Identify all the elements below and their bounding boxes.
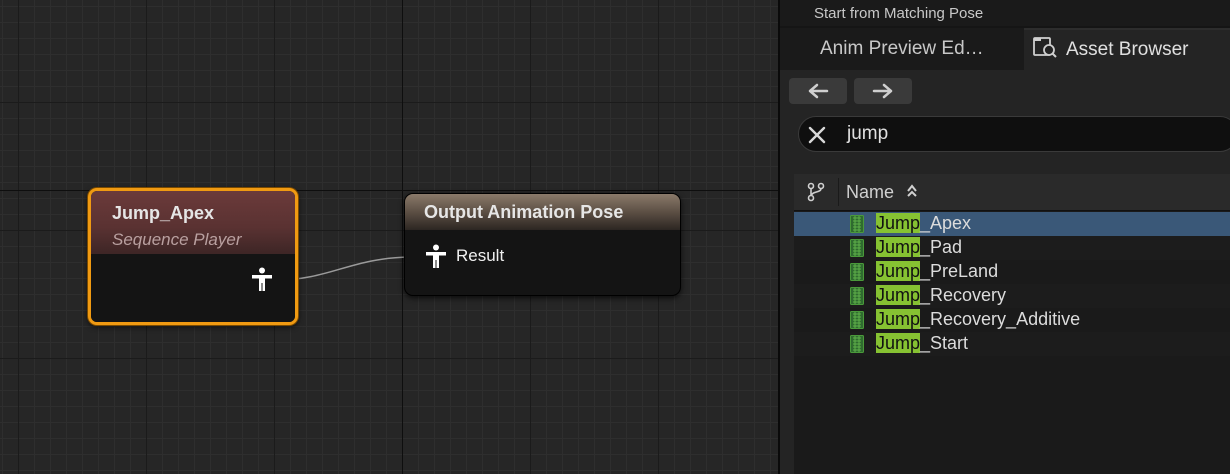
tab-anim-preview-editor[interactable]: Anim Preview Ed…: [780, 28, 1020, 70]
asset-list-item[interactable]: Jump_Apex: [794, 212, 1230, 236]
name-column-header[interactable]: Name: [846, 182, 894, 203]
node-title: Output Animation Pose: [424, 202, 624, 222]
back-button[interactable]: [789, 78, 847, 104]
node-title: Jump_Apex: [112, 203, 215, 223]
asset-list-item[interactable]: Jump_Pad: [794, 236, 1230, 260]
source-control-branch-icon[interactable]: [806, 182, 826, 207]
asset-name: Jump_Pad: [876, 237, 962, 258]
arrow-left-icon: [808, 83, 829, 99]
result-pin-label: Result: [456, 246, 505, 265]
search-match-highlight: Jump: [876, 285, 921, 305]
search-value: jump: [847, 123, 889, 144]
asset-browser-panel: Start from Matching Pose Anim Preview Ed…: [778, 0, 1230, 474]
output-pose-node[interactable]: Output Animation Pose Result: [404, 193, 681, 296]
column-separator: [838, 178, 839, 206]
forward-button[interactable]: [854, 78, 912, 104]
asset-list-item[interactable]: Jump_Recovery: [794, 284, 1230, 308]
search-input[interactable]: jump: [798, 116, 1230, 152]
asset-list: Name Jump_Apex Jump_Pad Jump_PreLand Jump_R…: [794, 174, 1230, 474]
details-strip: Start from Matching Pose: [780, 0, 1230, 26]
animation-sequence-icon: [850, 263, 864, 286]
asset-name: Jump_Apex: [876, 213, 971, 234]
asset-browser-content: jump Name Jump_Apex Jump_Pad Jump_PreLan…: [780, 70, 1230, 474]
animation-sequence-icon: [850, 287, 864, 310]
pose-input-pin-icon[interactable]: [425, 244, 447, 268]
matching-pose-option[interactable]: Start from Matching Pose: [814, 5, 983, 22]
asset-name-rest: _Pad: [920, 237, 963, 257]
asset-name: Jump_Start: [876, 333, 968, 354]
asset-name-rest: _Apex: [920, 213, 972, 233]
sequence-player-node[interactable]: Jump_Apex Sequence Player: [88, 188, 298, 325]
clear-search-icon[interactable]: [807, 125, 827, 150]
asset-name: Jump_PreLand: [876, 261, 998, 282]
asset-browser-icon: [1032, 35, 1058, 65]
tab-label: Anim Preview Ed…: [820, 38, 984, 59]
tab-asset-browser[interactable]: Asset Browser: [1024, 28, 1230, 70]
asset-name: Jump_Recovery_Additive: [876, 309, 1080, 330]
animation-sequence-icon: [850, 215, 864, 238]
animation-sequence-icon: [850, 239, 864, 262]
node-header: Jump_Apex Sequence Player: [91, 191, 295, 257]
animation-sequence-icon: [850, 335, 864, 358]
animation-sequence-icon: [850, 311, 864, 334]
node-subtitle: Sequence Player: [112, 230, 242, 249]
node-header: Output Animation Pose: [405, 194, 680, 230]
panel-tab-bar: Anim Preview Ed… Asset Browser: [780, 28, 1230, 70]
asset-name-rest: _Recovery: [920, 285, 1007, 305]
pose-output-pin-icon[interactable]: [251, 267, 273, 291]
asset-name-rest: _Start: [920, 333, 969, 353]
anim-graph-canvas[interactable]: Jump_Apex Sequence Player Output Animati…: [0, 0, 778, 474]
asset-list-item[interactable]: Jump_PreLand: [794, 260, 1230, 284]
asset-list-header: Name: [794, 174, 1230, 211]
asset-name: Jump_Recovery: [876, 285, 1006, 306]
search-match-highlight: Jump: [876, 213, 921, 233]
search-match-highlight: Jump: [876, 237, 921, 257]
arrow-right-icon: [872, 83, 893, 99]
asset-list-item[interactable]: Jump_Start: [794, 332, 1230, 356]
asset-name-rest: _Recovery_Additive: [920, 309, 1081, 329]
tab-label: Asset Browser: [1066, 39, 1189, 60]
asset-name-rest: _PreLand: [920, 261, 999, 281]
result-pin-row[interactable]: Result: [425, 244, 504, 268]
search-match-highlight: Jump: [876, 333, 921, 353]
sort-ascending-icon[interactable]: [906, 184, 918, 203]
asset-list-item[interactable]: Jump_Recovery_Additive: [794, 308, 1230, 332]
search-match-highlight: Jump: [876, 261, 921, 281]
search-match-highlight: Jump: [876, 309, 921, 329]
